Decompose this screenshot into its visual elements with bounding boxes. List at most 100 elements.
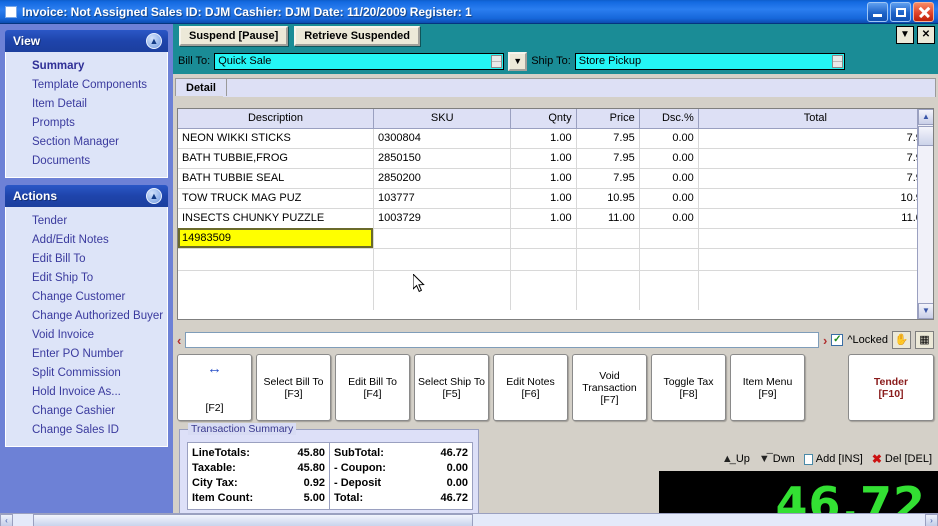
sidebar-item-change-cashier[interactable]: Change Cashier [6, 402, 167, 421]
edit-bill-to-button[interactable]: Edit Bill To [F4] [335, 354, 410, 421]
summary-item-count-label: Item Count: [192, 492, 254, 504]
table-row[interactable]: TOW TRUCK MAG PUZ 103777 1.00 10.95 0.00… [178, 188, 933, 209]
sidebar-item-tender[interactable]: Tender [6, 212, 167, 231]
window-horizontal-scrollbar[interactable]: ‹ › [0, 513, 938, 526]
maximize-button[interactable] [890, 2, 911, 22]
sidebar-item-summary[interactable]: Summary [6, 57, 167, 76]
sidebar-item-void-invoice[interactable]: Void Invoice [6, 326, 167, 345]
column-header-price[interactable]: Price [576, 109, 640, 129]
table-row[interactable]: NEON WIKKI STICKS 0300804 1.00 7.95 0.00… [178, 128, 933, 149]
tab-detail[interactable]: Detail [175, 78, 227, 96]
minimize-button[interactable] [867, 2, 888, 22]
bill-to-spinner[interactable] [491, 54, 503, 68]
table-row[interactable]: BATH TUBBIE SEAL 2850200 1.00 7.95 0.00 … [178, 168, 933, 189]
sidebar-item-add-edit-notes[interactable]: Add/Edit Notes [6, 231, 167, 250]
sidebar-item-split-commission[interactable]: Split Commission [6, 364, 167, 383]
select-ship-to-button[interactable]: Select Ship To [F5] [414, 354, 489, 421]
nav-down-button[interactable]: ▼̅ Dwn [759, 453, 795, 465]
close-icon[interactable]: ✕ [917, 26, 935, 44]
sidebar-item-edit-bill-to[interactable]: Edit Bill To [6, 250, 167, 269]
scroll-up-icon[interactable]: ▲ [918, 109, 933, 125]
line-items-grid[interactable]: Description SKU Qnty Price Dsc.% Total N… [177, 108, 934, 320]
sku-entry-input[interactable]: 14983509 [178, 228, 374, 249]
next-record-icon[interactable]: › [823, 333, 827, 348]
summary-city-tax: City Tax: 0.92 [192, 476, 325, 491]
cell-qnty: 1.00 [510, 168, 577, 189]
column-header-total[interactable]: Total [698, 109, 933, 129]
retrieve-suspended-button[interactable]: Retrieve Suspended [294, 26, 421, 46]
sidebar-item-change-customer[interactable]: Change Customer [6, 288, 167, 307]
nav-delete-label: Del [DEL] [884, 453, 932, 465]
column-header-sku[interactable]: SKU [373, 109, 512, 129]
edit-notes-button[interactable]: Edit Notes [F6] [493, 354, 568, 421]
column-header-description[interactable]: Description [178, 109, 374, 129]
column-header-qnty[interactable]: Qnty [510, 109, 577, 129]
select-bill-to-button[interactable]: Select Bill To [F3] [256, 354, 331, 421]
sidebar-item-prompts[interactable]: Prompts [6, 114, 167, 133]
sidebar-item-change-authorized-buyer[interactable]: Change Authorized Buyer [6, 307, 167, 326]
grid-vertical-scrollbar[interactable]: ▲ ▼ [917, 109, 933, 319]
sidebar-item-item-detail[interactable]: Item Detail [6, 95, 167, 114]
ship-to-spinner[interactable] [831, 54, 843, 68]
hscrollbar-thumb[interactable] [33, 513, 473, 526]
cell-sku: 1003729 [373, 208, 512, 229]
scrollbar-thumb[interactable] [918, 126, 933, 146]
hand-icon[interactable]: ✋ [892, 331, 911, 349]
bill-to-field[interactable]: Quick Sale [214, 52, 505, 70]
nav-add-button[interactable]: Add [INS] [803, 453, 863, 465]
tender-button-label: Tender [873, 375, 909, 388]
table-row[interactable] [178, 248, 933, 271]
swap-address-button[interactable]: ▼ [508, 51, 528, 71]
close-button[interactable] [913, 2, 934, 22]
item-menu-button[interactable]: Item Menu [F9] [730, 354, 805, 421]
cell-disc [639, 228, 699, 249]
sidebar-item-enter-po-number[interactable]: Enter PO Number [6, 345, 167, 364]
sidebar-panel-view: View ▲ Summary Template Components Item … [5, 30, 168, 178]
sidebar-panel-view-header[interactable]: View ▲ [5, 30, 168, 52]
scroll-down-icon[interactable]: ▼ [918, 303, 933, 319]
prev-record-icon[interactable]: ‹ [177, 333, 181, 348]
nav-up-button[interactable]: ▲̲ Up [722, 453, 750, 465]
summary-city-tax-value: 0.92 [303, 477, 325, 489]
window-controls [867, 2, 934, 22]
sidebar-item-change-sales-id[interactable]: Change Sales ID [6, 421, 167, 440]
cell-total: 7.95 [698, 168, 933, 189]
chevron-down-icon[interactable]: ▼ [896, 26, 914, 44]
cell-qnty: 1.00 [510, 148, 577, 169]
table-row[interactable]: INSECTS CHUNKY PUZZLE 1003729 1.00 11.00… [178, 208, 933, 229]
toggle-tax-button[interactable]: Toggle Tax [F8] [651, 354, 726, 421]
tender-button[interactable]: Tender [F10] [848, 354, 934, 421]
sidebar-item-section-manager[interactable]: Section Manager [6, 133, 167, 152]
sidebar-item-documents[interactable]: Documents [6, 152, 167, 171]
cell-disc [639, 248, 699, 271]
cell-sku: 2850150 [373, 148, 512, 169]
chevron-up-icon[interactable]: ▲ [146, 188, 162, 204]
cell-total: 10.95 [698, 188, 933, 209]
table-row-editing[interactable]: 14983509 [178, 228, 933, 249]
void-transaction-button[interactable]: Void Transaction [F7] [572, 354, 647, 421]
cell-qnty [510, 270, 577, 310]
up-arrow-icon: ▲̲ [721, 453, 733, 465]
suspend-button[interactable]: Suspend [Pause] [179, 26, 289, 46]
find-input[interactable] [185, 332, 820, 348]
keypad-icon[interactable]: ▦ [915, 331, 934, 349]
hscrollbar-track[interactable] [13, 513, 925, 526]
column-header-disc[interactable]: Dsc.% [639, 109, 699, 129]
sidebar-item-template-components[interactable]: Template Components [6, 76, 167, 95]
scroll-right-icon[interactable]: › [925, 513, 938, 526]
table-row[interactable]: BATH TUBBIE,FROG 2850150 1.00 7.95 0.00 … [178, 148, 933, 169]
sidebar-item-hold-invoice-as[interactable]: Hold Invoice As... [6, 383, 167, 402]
cell-total: 11.00 [698, 208, 933, 229]
sidebar-panel-actions-header[interactable]: Actions ▲ [5, 185, 168, 207]
cell-price [576, 248, 640, 271]
locked-checkbox[interactable]: ✓ [831, 334, 844, 346]
scroll-left-icon[interactable]: ‹ [0, 513, 13, 526]
sidebar-item-edit-ship-to[interactable]: Edit Ship To [6, 269, 167, 288]
transaction-summary-panel: Transaction Summary LineTotals: 45.80 Ta… [179, 423, 479, 526]
table-row[interactable] [178, 270, 933, 310]
f2-button[interactable]: ↔ [F2] [177, 354, 252, 421]
cell-price: 7.95 [576, 128, 640, 149]
nav-delete-button[interactable]: ✖ Del [DEL] [872, 452, 932, 466]
chevron-up-icon[interactable]: ▲ [146, 33, 162, 49]
ship-to-field[interactable]: Store Pickup [574, 52, 845, 70]
